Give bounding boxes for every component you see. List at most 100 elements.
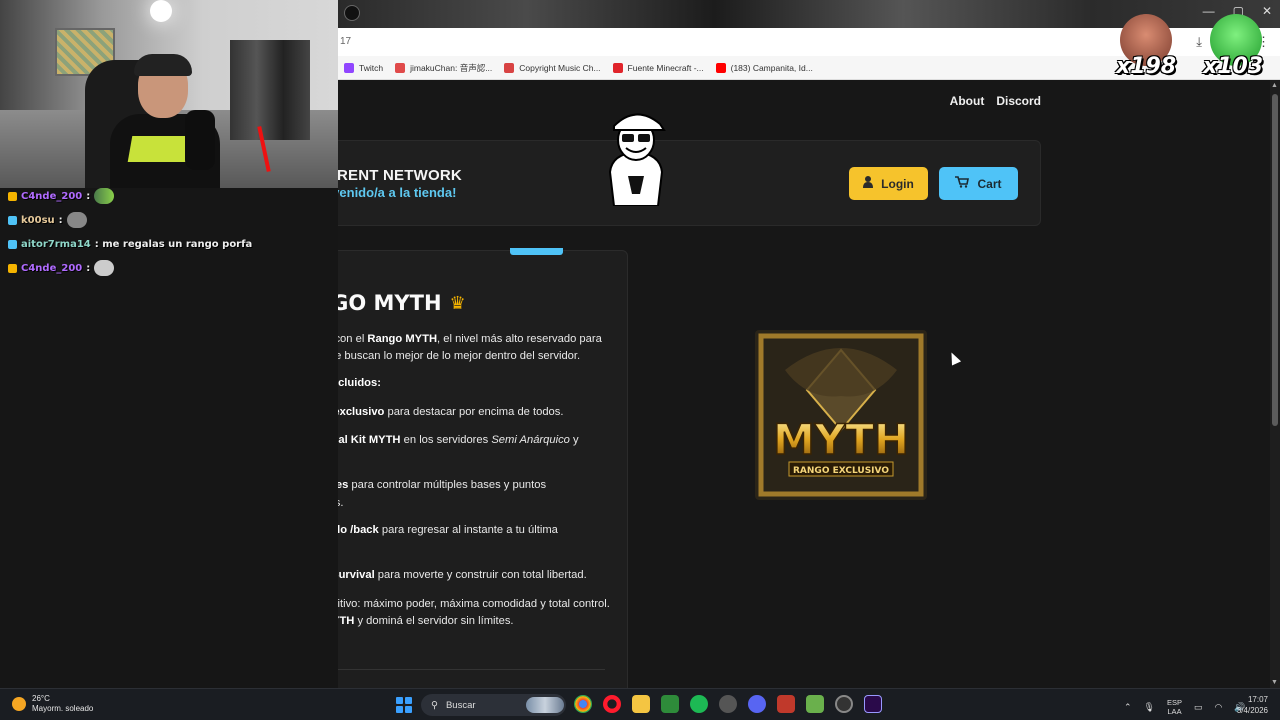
discord-icon[interactable] <box>748 695 766 713</box>
nav-about[interactable]: About <box>950 94 985 108</box>
opera-icon[interactable] <box>603 695 621 713</box>
benefit-server: Semi Anárquico <box>491 434 570 446</box>
chat-emote-icon <box>94 188 115 204</box>
bookmark-item[interactable]: Fuente Minecraft -... <box>612 62 704 73</box>
benefit-item: 🔰Prefijo exclusivo para destacar por enc… <box>338 404 611 422</box>
sun-icon <box>12 697 26 711</box>
benefit-name: Prefijo exclusivo <box>338 405 385 418</box>
benefit-name: 15 Homes <box>338 479 349 491</box>
premiere-icon[interactable] <box>864 695 882 713</box>
folder-icon[interactable] <box>632 695 650 713</box>
tab-favicon-icon[interactable] <box>344 5 360 21</box>
bookmark-item[interactable]: jimakuChan: 音声認... <box>395 62 492 74</box>
login-button[interactable]: Login <box>849 167 928 200</box>
bookmark-favicon-icon <box>395 62 406 73</box>
chat-message: C4nde_200: <box>8 184 338 208</box>
close-button[interactable]: ✕ <box>1262 4 1272 18</box>
store-page: About Discord RENT NETWORK Bienvenido/a … <box>338 80 1270 688</box>
clock-date: 3/4/2026 <box>1236 706 1268 715</box>
voicemod-icon[interactable] <box>777 695 795 713</box>
bookmark-favicon-icon <box>715 62 726 73</box>
weather-widget[interactable]: 26°C Mayorm. soleado <box>12 694 93 714</box>
chat-message: C4nde_200: <box>8 256 338 280</box>
chat-message: k00su: <box>8 208 338 232</box>
bookmark-favicon-icon <box>504 62 515 73</box>
benefit-text: en los servidores <box>400 434 492 446</box>
benefit-name: Acceso al Kit MYTH <box>338 434 401 446</box>
bookmark-item[interactable]: Twitch <box>344 62 384 73</box>
spotify-icon[interactable] <box>690 695 708 713</box>
wifi-icon[interactable]: ◠ <box>1215 702 1223 713</box>
system-tray: ⌃ 🎙 ESP LAA ▭ ◠ 🔊 <box>1124 698 1246 716</box>
benefit-item: 🎁Acceso al Kit MYTH en los servidores Se… <box>338 432 611 466</box>
product-description: Alcanzá la cima con el Rango MYTH, el ni… <box>338 331 611 641</box>
benefits-list: 🔰Prefijo exclusivo para destacar por enc… <box>338 404 611 585</box>
benefit-item: ⏪Comando /back para regresar al instante… <box>338 522 611 556</box>
download-icon[interactable]: ⤓ <box>1196 34 1202 50</box>
mascot-logo <box>608 113 666 206</box>
cart-button[interactable]: Cart <box>939 167 1018 200</box>
taskbar-clock[interactable]: 17:07 3/4/2026 <box>1237 694 1268 716</box>
language-indicator[interactable]: ESP LAA <box>1167 698 1182 716</box>
chat-emote-icon <box>66 212 87 228</box>
scroll-down-icon[interactable]: ▼ <box>1271 679 1278 686</box>
chrome-icon[interactable] <box>574 695 592 713</box>
benefit-text: para controlar múltiples bases y puntos … <box>338 479 547 509</box>
stream-chat: C4nde_200: k00su: aitor7rma14: me regalas … <box>8 184 338 280</box>
weather-desc: Mayorm. soleado <box>32 704 94 713</box>
weather-temp: 26°C <box>32 694 50 703</box>
nav-discord[interactable]: Discord <box>996 94 1041 108</box>
chevron-up-icon[interactable]: ⌃ <box>1124 702 1132 713</box>
myth-image-title: MYTH <box>773 415 909 464</box>
clock-time: 17:07 <box>1247 695 1268 704</box>
product-card: ♛ RANGO MYTH ♛ Alcanzá la cima con el Ra… <box>338 250 628 688</box>
mic-icon[interactable]: 🎙 <box>1144 702 1155 713</box>
benefit-item: 🏠15 Homes para controlar múltiples bases… <box>338 477 611 511</box>
cube-icon[interactable] <box>806 695 824 713</box>
chat-message: aitor7rma14: me regalas un rango porfa <box>8 232 338 256</box>
benefit-text: para moverte y construir con total liber… <box>374 569 587 581</box>
login-label: Login <box>881 176 914 191</box>
scroll-up-icon[interactable]: ▲ <box>1271 82 1278 89</box>
webcam-feed <box>0 0 338 188</box>
start-button[interactable] <box>396 697 412 713</box>
emote-count: x198 <box>1116 54 1177 79</box>
card-tab-accent <box>510 248 563 255</box>
store-header: RENT NETWORK Bienvenido/a a la tienda! <box>338 140 1041 226</box>
chat-text: : <box>58 214 63 226</box>
display-icon[interactable]: ▭ <box>1194 702 1203 713</box>
steam-icon[interactable] <box>719 695 737 713</box>
taskbar-search[interactable]: ⚲ Buscar <box>421 694 566 716</box>
chat-text: : me regalas un rango porfa <box>94 238 253 250</box>
chat-badge-icon <box>8 263 17 273</box>
bookmark-favicon-icon <box>612 62 623 73</box>
chat-username: k00su <box>21 214 55 226</box>
cart-icon <box>955 176 970 191</box>
minecraft-icon[interactable] <box>661 695 679 713</box>
chat-username: aitor7rma14 <box>21 238 91 250</box>
page-scrollbar[interactable]: ▲ ▼ <box>1270 80 1280 688</box>
bookmark-label: Fuente Minecraft -... <box>627 62 704 73</box>
url-text[interactable]: 17 <box>340 36 351 47</box>
myth-image-subtitle: RANGO EXCLUSIVO <box>793 466 889 476</box>
bookmark-label: Copyright Music Ch... <box>519 62 601 73</box>
scrollbar-thumb[interactable] <box>1272 94 1278 426</box>
card-divider <box>338 669 605 670</box>
chat-badge-icon <box>8 239 17 249</box>
bookmark-favicon-icon <box>344 62 354 73</box>
chat-badge-icon <box>8 215 17 225</box>
benefit-text: y <box>569 434 579 446</box>
benefits-heading: ✨Beneficios incluidos: <box>338 377 381 389</box>
bookmark-item[interactable]: Copyright Music Ch... <box>504 62 601 73</box>
search-icon: ⚲ <box>431 699 438 711</box>
minimize-button[interactable]: — <box>1203 4 1215 18</box>
mouse-cursor-icon <box>946 350 962 366</box>
media-player-icon[interactable] <box>835 695 853 713</box>
bookmark-label: Twitch <box>359 62 384 73</box>
benefit-text: para destacar por encima de todos. <box>384 405 564 418</box>
bookmark-item[interactable]: (183) Campanita, Id... <box>715 62 813 73</box>
emote-count: x103 <box>1203 54 1264 79</box>
product-closing: 🔥El rango definitivo: máximo poder, máxi… <box>338 597 610 628</box>
cart-label: Cart <box>977 176 1002 191</box>
product-title: ♛ RANGO MYTH ♛ <box>338 291 466 315</box>
